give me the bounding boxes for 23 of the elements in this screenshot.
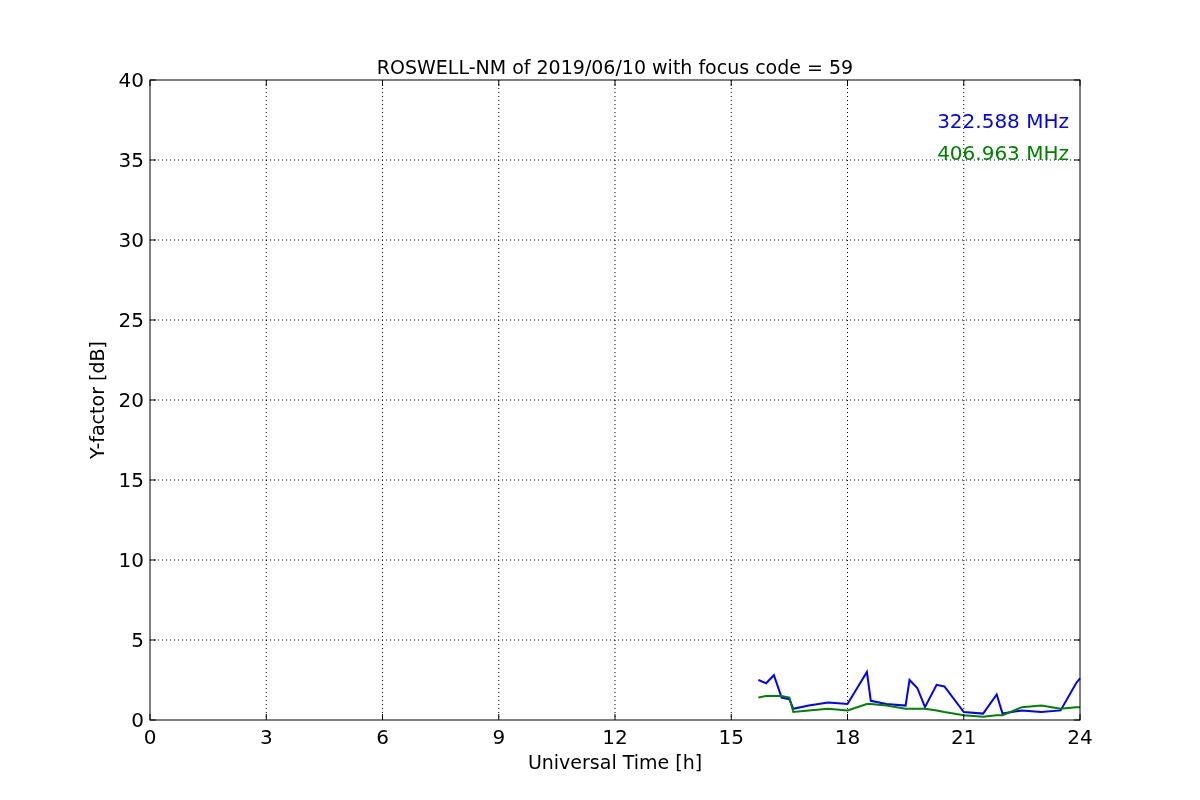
x-tick-label: 15 (718, 725, 744, 749)
legend-label: 322.588 MHz (937, 109, 1069, 133)
y-tick-label: 40 (118, 68, 144, 92)
y-tick-label: 35 (118, 148, 144, 172)
x-tick-label: 18 (834, 725, 861, 749)
x-tick-label: 12 (602, 725, 628, 749)
x-tick-label: 21 (951, 725, 977, 749)
x-tick-label: 6 (376, 725, 389, 749)
y-tick-label: 25 (118, 308, 144, 332)
y-tick-label: 10 (118, 548, 144, 572)
y-tick-label: 15 (118, 468, 144, 492)
legend-label: 406.963 MHz (937, 141, 1069, 165)
chart-title: ROSWELL-NM of 2019/06/10 with focus code = 59 (376, 56, 854, 78)
y-tick-label: 5 (131, 628, 144, 652)
x-tick-label: 3 (259, 725, 273, 749)
x-tick-label: 24 (1067, 725, 1093, 749)
y-tick-label: 30 (118, 228, 144, 252)
x-tick-label: 9 (492, 725, 506, 749)
y-axis-label: Y-factor [dB] (86, 341, 108, 459)
x-axis-label: Universal Time [h] (527, 751, 703, 773)
x-tick-label: 0 (143, 725, 157, 749)
y-tick-label: 0 (131, 708, 144, 732)
y-tick-label: 20 (118, 388, 144, 412)
